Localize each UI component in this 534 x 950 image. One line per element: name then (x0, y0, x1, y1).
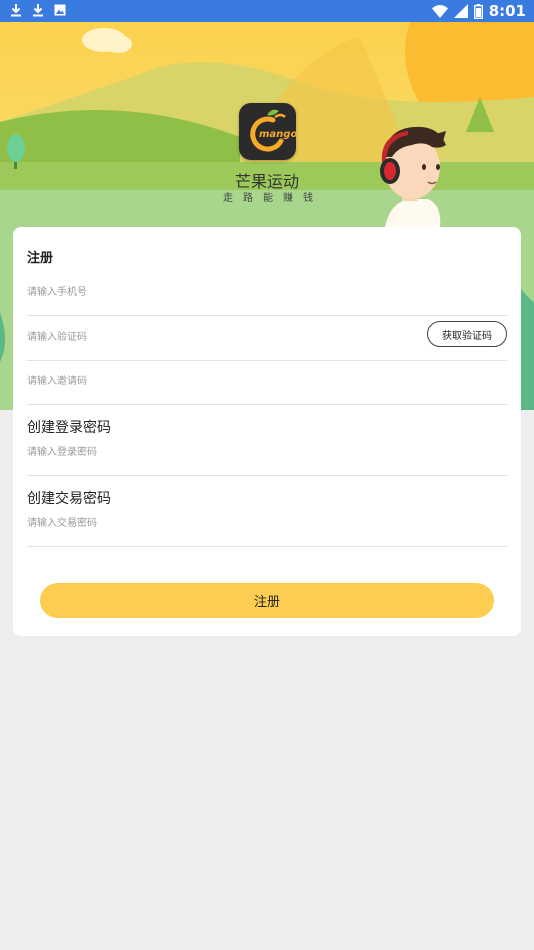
image-icon (54, 4, 66, 16)
logo-text: mango (259, 129, 296, 140)
invite-field (27, 360, 507, 405)
register-card: 注册 获取验证码 创建登录密码 创建交易密码 注册 (13, 227, 521, 636)
register-button[interactable]: 注册 (40, 583, 494, 618)
status-time: 8:01 (488, 2, 526, 20)
trade-password-field (27, 502, 507, 547)
login-password-input[interactable] (27, 441, 407, 463)
code-field: 获取验证码 (27, 316, 507, 361)
app-logo: mango (239, 103, 297, 160)
download-icon (10, 3, 22, 17)
battery-icon (473, 3, 483, 19)
phone-input[interactable] (27, 281, 407, 303)
trade-password-input[interactable] (27, 512, 407, 534)
get-code-button[interactable]: 获取验证码 (427, 321, 507, 347)
invite-code-input[interactable] (27, 370, 407, 392)
wifi-icon (431, 4, 448, 18)
form-title: 注册 (27, 251, 54, 266)
phone-field (27, 271, 507, 316)
login-password-field (27, 431, 507, 476)
download-icon (32, 3, 44, 17)
app-slogan: 走路能赚钱 (223, 193, 323, 204)
verification-code-input[interactable] (27, 326, 407, 348)
signal-icon (453, 4, 468, 18)
status-bar: 8:01 (0, 0, 534, 22)
